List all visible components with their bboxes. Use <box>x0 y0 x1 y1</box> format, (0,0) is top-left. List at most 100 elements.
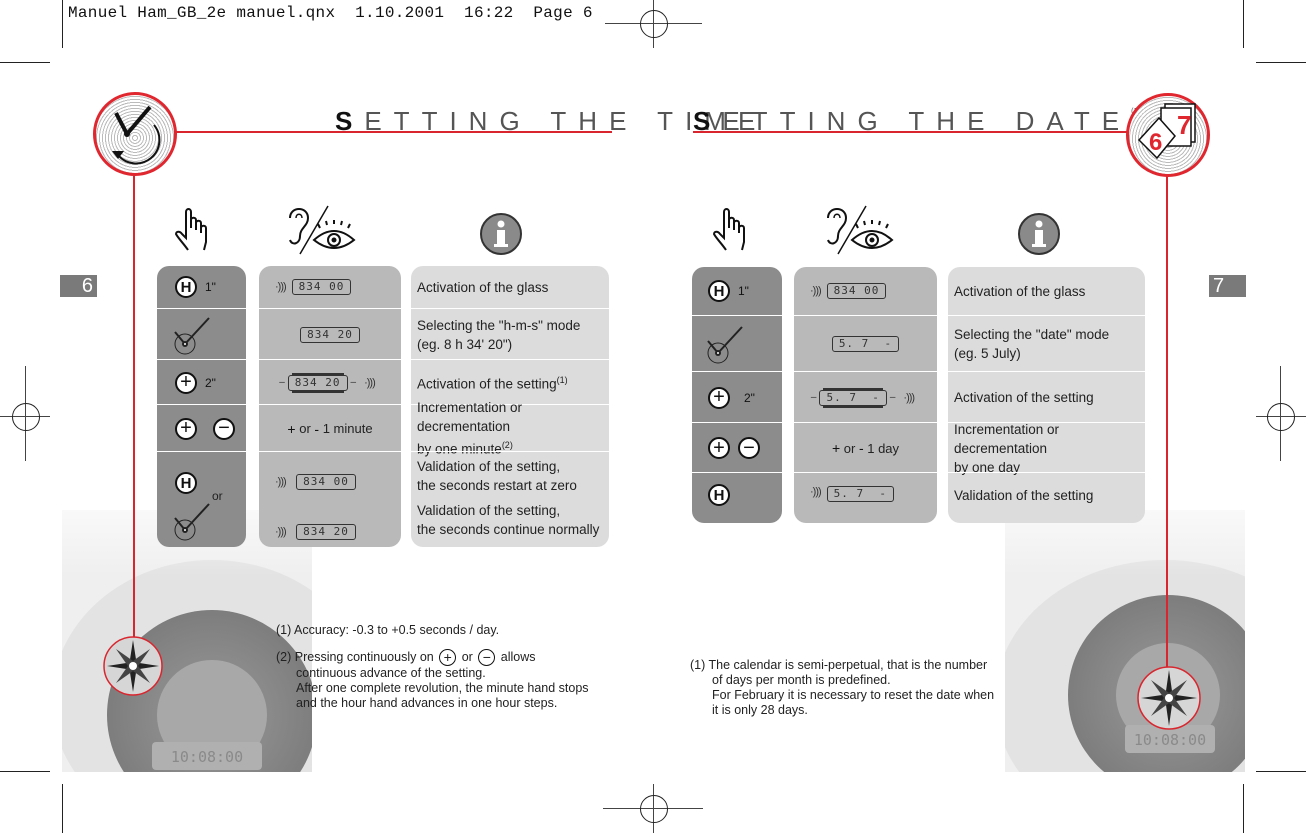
display-cell: + or - 1 minute <box>259 404 401 452</box>
info-column-left: Activation of the glass Selecting the "h… <box>411 266 609 547</box>
flash-rays-icon: – <box>810 392 817 403</box>
display-cell: ·))) 834 00 <box>259 266 401 308</box>
action-cell: H 1" <box>157 266 246 308</box>
display-cell: + or - 1 day <box>794 422 937 473</box>
page-title-right: SETTING THE DATE(1) <box>693 106 1140 136</box>
info-cell: Selecting the "h-m-s" mode (eg. 8 h 34' 2… <box>411 308 609 360</box>
info-cell: Activation of the glass <box>417 279 549 295</box>
ear-eye-icon <box>289 205 356 255</box>
h-button-icon: H <box>708 280 730 302</box>
h-button-icon: H <box>175 276 197 298</box>
action-cell <box>157 308 246 360</box>
crop-mark <box>1256 62 1306 63</box>
calendar-digit-7: 7 <box>1177 110 1191 140</box>
lcd-display: 834 00 <box>291 279 352 295</box>
plus-button-icon: + <box>708 437 730 459</box>
display-cell: ·))) 834 00 <box>794 267 937 315</box>
lcd-display: 834 20 <box>296 524 356 540</box>
plus-button-icon: + <box>175 371 197 394</box>
plus-button-icon: + <box>175 417 197 440</box>
crop-mark <box>1243 0 1244 48</box>
beep-icon: ·))) <box>810 285 822 297</box>
lcd-display-flashing: 834 20 <box>287 374 348 391</box>
crop-mark <box>1243 784 1244 833</box>
beep-icon: ·))) <box>364 376 376 389</box>
lcd-display: 5. 7 - <box>831 336 900 352</box>
footnote-2: (2) Pressing continuously on + or − allo… <box>276 649 536 666</box>
press-duration: 2" <box>205 375 216 390</box>
footnote-1: (1) Accuracy: -0.3 to +0.5 seconds / day… <box>276 623 500 637</box>
calendar-pages-icon: 7 6 <box>1126 93 1210 177</box>
press-duration: 2" <box>744 390 755 405</box>
crop-mark <box>62 0 63 48</box>
display-cell: 5. 7 - <box>794 315 937 372</box>
compass-rose-icon <box>1137 666 1201 730</box>
action-column-right: H 1" + 2" + − H <box>692 267 782 523</box>
guide-line-left <box>133 172 135 637</box>
lcd-display: 5. 7 - <box>826 486 895 502</box>
minus-button-icon: − <box>213 417 235 440</box>
info-cell: Validation of the setting <box>948 472 1145 523</box>
hand-press-icon <box>712 208 745 251</box>
minus-button-icon: − <box>478 649 496 666</box>
info-cell: Selecting the "date" mode (eg. 5 July) <box>948 315 1145 372</box>
info-cell: Incrementation or decrementation by one d… <box>948 422 1145 475</box>
guide-line-right <box>1166 172 1168 667</box>
beep-icon: ·))) <box>275 281 287 293</box>
crown-hands-icon <box>707 326 743 364</box>
display-cell: ·))) 834 00 ·))) 834 20 <box>259 451 401 547</box>
crown-hands-icon <box>174 316 210 354</box>
info-icon <box>1018 213 1060 255</box>
crop-mark <box>1256 771 1306 772</box>
info-cell: Activation of the glass <box>954 283 1086 299</box>
action-cell: + − <box>157 404 246 452</box>
action-cell: H 1" <box>692 267 782 315</box>
crop-mark <box>62 784 63 833</box>
info-column-right: Activation of the glass Selecting the "d… <box>948 267 1145 523</box>
action-column-left: H 1" + 2" + − H or <box>157 266 246 547</box>
lcd-display: 834 20 <box>300 326 360 343</box>
clock-hands-icon <box>93 92 177 176</box>
press-duration: 1" <box>205 280 216 294</box>
hand-press-icon <box>174 208 207 251</box>
plus-button-icon: + <box>439 649 457 666</box>
calendar-digit-6: 6 <box>1149 129 1162 156</box>
info-cell: Validation of the setting, the seconds re… <box>411 451 609 547</box>
beep-icon: ·))) <box>810 486 822 498</box>
print-slug: Manuel Ham_GB_2e manuel.qnx 1.10.2001 16… <box>68 4 593 22</box>
press-duration: 1" <box>738 284 749 298</box>
action-cell: H or <box>157 451 246 547</box>
beep-icon: ·))) <box>275 476 287 488</box>
action-cell: + − <box>692 422 782 473</box>
display-cell: – 5. 7 - – ·))) <box>794 371 937 423</box>
action-cell: H <box>692 472 782 523</box>
beep-icon: ·))) <box>903 391 915 404</box>
crop-mark <box>0 771 50 772</box>
page-number-left: 6 <box>60 275 97 297</box>
info-cell: Activation of the setting <box>948 371 1145 423</box>
flash-rays-icon: – <box>279 377 285 388</box>
crop-mark <box>0 62 50 63</box>
lcd-display: 834 00 <box>826 283 887 299</box>
action-cell: + 2" <box>157 359 246 405</box>
display-column-left: ·))) 834 00 834 20 – 834 20 – ·))) + or … <box>259 266 401 547</box>
flash-rays-icon: – <box>350 377 357 388</box>
action-cell <box>692 315 782 372</box>
footnote-right: (1) The calendar is semi-perpetual, that… <box>690 658 995 717</box>
display-cell: 834 20 <box>259 308 401 360</box>
crown-hands-icon <box>174 503 210 541</box>
action-cell: + 2" <box>692 371 782 423</box>
page-number-right: 7 <box>1209 275 1246 297</box>
info-cell: Incrementation or decrementation by one m… <box>411 400 609 457</box>
info-icon <box>480 213 522 255</box>
h-button-icon: H <box>175 472 197 494</box>
display-cell: – 834 20 – ·))) <box>259 359 401 405</box>
lcd-display-flashing: 5. 7 - <box>819 389 887 406</box>
compass-rose-icon <box>103 636 163 696</box>
beep-icon: ·))) <box>275 526 287 538</box>
lcd-display: 834 00 <box>296 474 356 490</box>
display-cell: ·))) 5. 7 - <box>794 472 937 523</box>
footnotes-left: (1) Accuracy: -0.3 to +0.5 seconds / day… <box>276 623 589 710</box>
minus-button-icon: − <box>738 437 760 459</box>
display-column-right: ·))) 834 00 5. 7 - – 5. 7 - – ·))) + or … <box>794 267 937 523</box>
